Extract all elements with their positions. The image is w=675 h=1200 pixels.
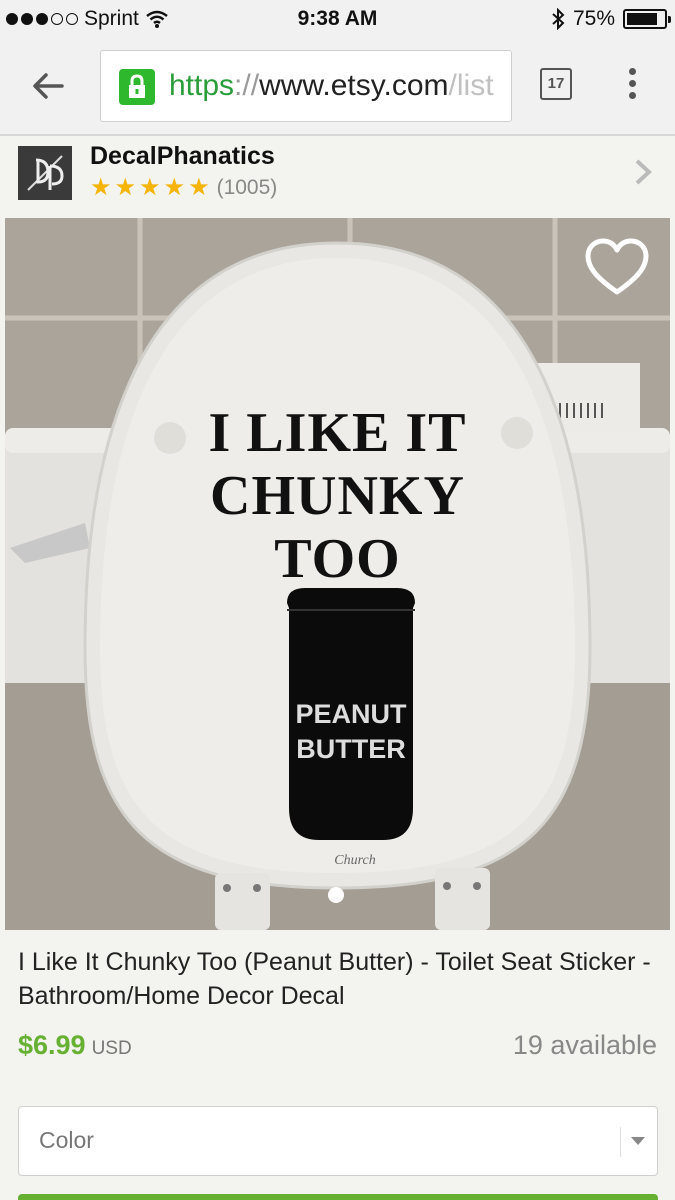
bluetooth-icon	[552, 8, 565, 30]
price-currency: USD	[91, 1038, 132, 1059]
star-icon: ★	[188, 174, 210, 201]
url-text: https://www.etsy.com/list	[169, 69, 494, 103]
url-scheme: https	[169, 69, 235, 102]
star-icon: ★	[163, 174, 186, 201]
back-arrow-icon[interactable]	[28, 66, 68, 106]
status-bar: Sprint 9:38 AM 75%	[0, 0, 675, 38]
url-separator: ://	[234, 69, 260, 102]
decal-line-3: TOO	[274, 528, 401, 590]
color-select-label: Color	[39, 1127, 94, 1153]
tab-switcher-button[interactable]: 17	[540, 68, 572, 100]
jar-label-line-2: BUTTER	[296, 734, 406, 764]
color-select[interactable]: Color	[18, 1106, 658, 1176]
price: $6.99 USD	[18, 1030, 132, 1061]
seat-brand-logo: Church	[334, 853, 376, 868]
url-path: /list	[448, 69, 494, 102]
listing-image[interactable]: I LIKE IT CHUNKY TOO PEANUT BUTTER Churc…	[5, 218, 670, 930]
star-icon: ★	[114, 174, 137, 201]
listing-title: I Like It Chunky Too (Peanut Butter) - T…	[18, 948, 651, 1010]
url-bar[interactable]: https://www.etsy.com/list	[100, 50, 512, 122]
chevron-down-icon	[631, 1137, 645, 1145]
shop-avatar	[18, 146, 72, 200]
browser-toolbar: https://www.etsy.com/list 17	[0, 38, 675, 136]
chevron-right-icon[interactable]	[631, 158, 655, 186]
battery-percent: 75%	[572, 7, 615, 30]
stock-available: 19 available	[512, 1030, 657, 1060]
shop-name[interactable]: DecalPhanatics	[90, 142, 275, 171]
add-to-cart-button[interactable]	[18, 1194, 658, 1200]
url-host: www.etsy.com	[259, 69, 449, 102]
lock-icon	[119, 69, 155, 105]
carousel-indicator[interactable]	[328, 887, 344, 903]
shop-rating: ★ ★ ★ ★ ★ (1005)	[90, 176, 277, 200]
overflow-menu-icon[interactable]	[620, 68, 644, 104]
star-icon: ★	[139, 174, 161, 201]
shop-header[interactable]: DecalPhanatics ★ ★ ★ ★ ★ (1005)	[0, 136, 675, 216]
status-right: 75%	[551, 7, 671, 31]
heart-icon[interactable]	[584, 238, 650, 298]
select-divider	[620, 1127, 621, 1157]
decal-line-2: CHUNKY	[210, 465, 465, 527]
decal-line-1: I LIKE IT	[208, 402, 467, 464]
star-icon: ★	[90, 174, 112, 201]
battery-icon	[623, 9, 671, 29]
review-count: (1005)	[216, 176, 278, 199]
jar-label-line-1: PEANUT	[295, 699, 407, 729]
price-value: $6.99	[18, 1030, 86, 1060]
